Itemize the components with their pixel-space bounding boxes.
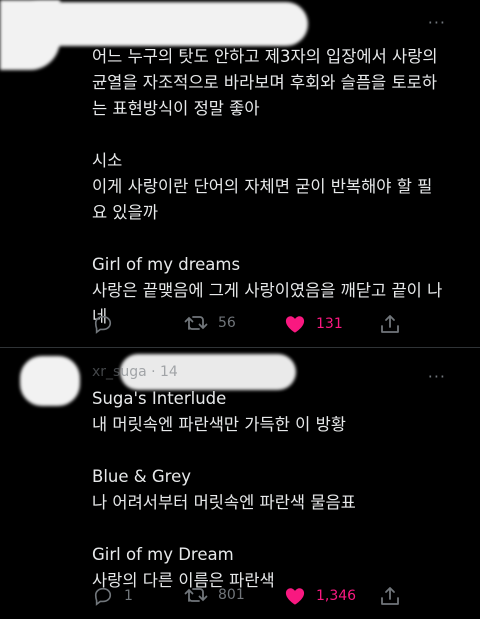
reply-button[interactable]: 1 (92, 586, 133, 606)
tweet-1[interactable]: ··· 어느 누구의 탓도 안하고 제3자의 입장에서 사랑의 균열을 자조적으… (0, 0, 480, 348)
tweet-text-paragraph: Suga's Interlude 내 머릿속엔 파란색만 가득한 이 방황 (92, 389, 346, 434)
redacted-avatar-2 (20, 356, 80, 406)
retweet-icon (184, 316, 208, 330)
reply-icon (94, 315, 112, 334)
redacted-username-1 (18, 2, 308, 46)
retweet-count: 801 (218, 587, 245, 603)
tweet-actions: 56 131 (92, 314, 432, 338)
like-count: 131 (316, 316, 343, 332)
share-button[interactable] (380, 314, 400, 334)
retweet-icon (184, 588, 208, 602)
heart-icon (285, 588, 305, 605)
tweet-text-paragraph: 어느 누구의 탓도 안하고 제3자의 입장에서 사랑의 균열을 자조적으로 바라… (92, 47, 438, 118)
redacted-avatar-1 (0, 0, 60, 70)
share-button[interactable] (380, 586, 400, 606)
tweet-text-paragraph: Blue & Grey 나 어려서부터 머릿속엔 파란색 물음표 (92, 467, 356, 512)
reply-button[interactable] (92, 314, 114, 334)
retweet-count: 56 (218, 315, 236, 331)
more-icon[interactable]: ··· (428, 15, 446, 31)
tweet-2-body: Suga's Interlude 내 머릿속엔 파란색만 가득한 이 방황 Bl… (92, 386, 472, 594)
reply-count: 1 (124, 588, 133, 604)
tweet-text-paragraph: 시소 이게 사랑이란 단어의 자체면 굳이 반복해야 할 필 요 있을까 (92, 151, 433, 222)
reply-icon (94, 587, 112, 606)
tweet-1-body: 어느 누구의 탓도 안하고 제3자의 입장에서 사랑의 균열을 자조적으로 바라… (92, 44, 472, 330)
retweet-button[interactable]: 801 (184, 586, 245, 604)
like-button[interactable]: 1,346 (284, 586, 356, 606)
retweet-button[interactable]: 56 (184, 314, 236, 332)
share-icon (381, 315, 399, 333)
like-button[interactable]: 131 (284, 314, 343, 334)
heart-icon (285, 316, 305, 333)
tweet-actions: 1 801 1,346 (92, 586, 432, 610)
more-icon[interactable]: ··· (428, 369, 446, 385)
like-count: 1,346 (316, 588, 357, 604)
tweet-2[interactable]: xr_suga · 14 ··· Suga's Interlude 내 머릿속엔… (0, 348, 480, 619)
share-icon (381, 587, 399, 605)
tweet-header: xr_suga · 14 (92, 364, 178, 380)
